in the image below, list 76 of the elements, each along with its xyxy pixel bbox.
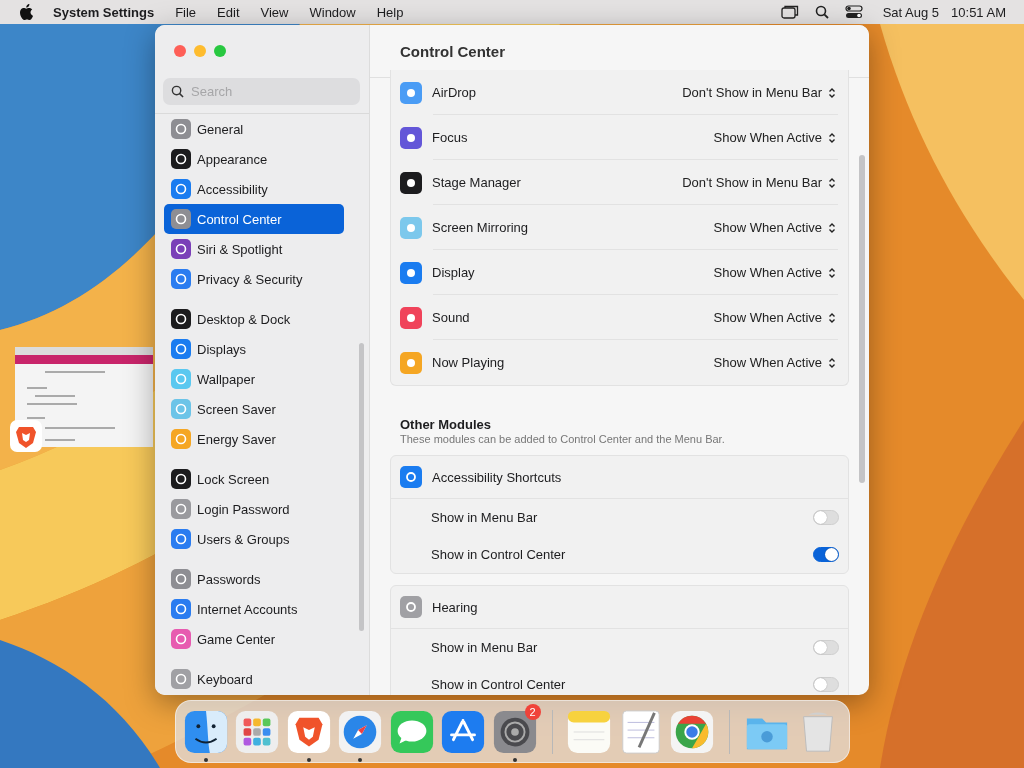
section-title: Other Modules [400, 417, 492, 432]
module-name: AirDrop [432, 85, 478, 100]
chevron-icon [828, 131, 836, 144]
option-label: Show in Control Center [431, 547, 566, 562]
sidebar-item[interactable]: Game Center [164, 624, 344, 654]
visibility-popup[interactable]: Show When Active [713, 355, 836, 370]
sidebar-item[interactable]: Keyboard [164, 664, 344, 694]
sidebar-item[interactable]: Privacy & Security [164, 264, 344, 294]
menu-bar-time[interactable]: 10:51 AM [951, 4, 1006, 20]
window-thumbnail-drawing[interactable] [15, 347, 153, 447]
option-label: Show in Menu Bar [431, 640, 538, 655]
menu-item[interactable]: Window [309, 4, 356, 20]
sidebar-item[interactable]: Appearance [164, 144, 344, 174]
apple-logo-icon[interactable] [19, 4, 33, 20]
scroll-bar[interactable] [859, 155, 865, 483]
sidebar-item[interactable]: Users & Groups [164, 524, 344, 554]
grid-app-icon[interactable] [234, 708, 281, 755]
menu-bar-date[interactable]: Sat Aug 5 [882, 4, 940, 20]
sidebar-item[interactable]: Displays [164, 334, 344, 364]
chevron-icon [828, 266, 836, 279]
sidebar-item[interactable]: Siri & Spotlight [164, 234, 344, 264]
menu-item[interactable]: File [175, 4, 197, 20]
chevron-icon [828, 221, 836, 234]
compass-app-icon[interactable] [337, 708, 384, 755]
sidebar-item[interactable]: Desktop & Dock [164, 304, 344, 334]
sidebar-item[interactable]: Lock Screen [164, 464, 344, 494]
option-label: Show in Menu Bar [431, 510, 538, 525]
sidebar-item[interactable]: Login Password [164, 494, 344, 524]
module-name: Screen Mirroring [432, 220, 530, 235]
lion-app-icon[interactable] [10, 420, 42, 452]
sidebar-item[interactable]: Control Center [164, 204, 344, 234]
module-name: Display [432, 265, 476, 280]
chevron-icon [828, 356, 836, 369]
lion-app-icon[interactable] [285, 708, 332, 755]
gear-app-icon[interactable] [491, 708, 538, 755]
speech-bubble-app-icon[interactable] [388, 708, 435, 755]
window-title: Control Center [400, 42, 505, 60]
sidebar-item[interactable]: Wallpaper [164, 364, 344, 394]
sidebar-item[interactable]: Passwords [164, 564, 344, 594]
search-icon [171, 85, 184, 98]
app-store-icon[interactable] [440, 708, 487, 755]
chevron-icon [828, 176, 836, 189]
menu-item[interactable]: Help [376, 4, 404, 20]
notification-badge: 2 [524, 703, 541, 720]
sidebar-item[interactable]: Energy Saver [164, 424, 344, 454]
app-menu[interactable]: System Settings [53, 4, 155, 20]
toggle-switch[interactable] [813, 547, 839, 562]
module-name: Sound [432, 310, 471, 325]
sidebar-item[interactable]: Accessibility [164, 174, 344, 204]
sidebar-item[interactable]: Internet Accounts [164, 594, 344, 624]
control-center-icon[interactable] [844, 5, 863, 19]
scroll-bar[interactable] [359, 343, 364, 631]
chevron-icon [828, 86, 836, 99]
sidebar-item[interactable]: Screen Saver [164, 394, 344, 424]
module-name: Focus [432, 130, 469, 145]
visibility-popup[interactable]: Show When Active [713, 130, 836, 145]
visibility-popup[interactable]: Don't Show in Menu Bar [682, 85, 836, 100]
visibility-popup[interactable]: Show When Active [713, 310, 836, 325]
chevron-icon [828, 311, 836, 324]
module-name: Stage Manager [432, 175, 522, 190]
zoom-button[interactable] [214, 45, 226, 57]
module-name: Now Playing [432, 355, 506, 370]
visibility-popup[interactable]: Show When Active [713, 220, 836, 235]
menu-item[interactable]: Edit [217, 4, 240, 20]
chrome-app-icon[interactable] [669, 708, 716, 755]
close-button[interactable] [174, 45, 186, 57]
menu-item[interactable]: View [260, 4, 289, 20]
visibility-popup[interactable]: Don't Show in Menu Bar [682, 175, 836, 190]
sidebar-item[interactable]: General [164, 114, 344, 144]
visibility-popup[interactable]: Show When Active [713, 265, 836, 280]
module-name: Accessibility Shortcuts [432, 469, 563, 485]
windows-icon[interactable] [780, 5, 799, 19]
section-subtitle: These modules can be added to Control Center and the Menu Bar. [400, 433, 726, 445]
module-name: Hearing [432, 599, 479, 615]
option-label: Show in Control Center [431, 677, 566, 692]
face-app-icon[interactable] [182, 708, 229, 755]
